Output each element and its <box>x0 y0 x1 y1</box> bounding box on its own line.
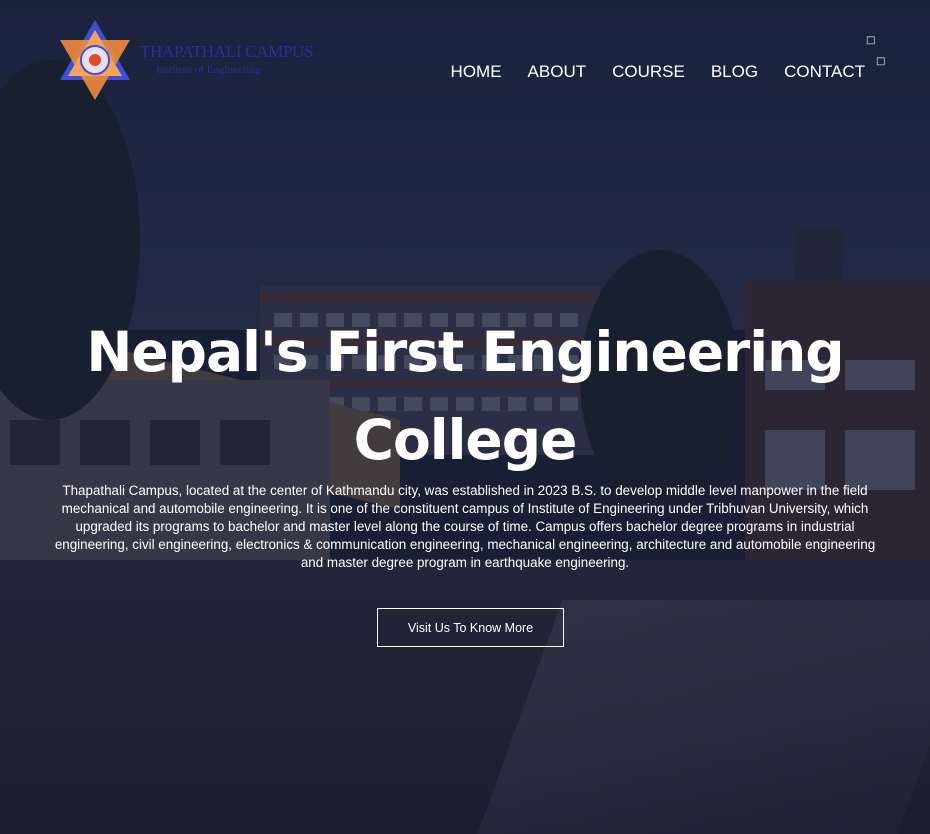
nav-contact[interactable]: CONTACT <box>784 62 865 82</box>
logo-title: THAPATHALI CAMPUS <box>140 42 314 61</box>
main-nav: HOME ABOUT COURSE BLOG CONTACT <box>451 62 865 82</box>
nav-home[interactable]: HOME <box>451 62 502 82</box>
campus-emblem-icon <box>60 20 130 100</box>
menu-icon[interactable]: □ <box>876 57 886 67</box>
search-icon[interactable]: □ <box>866 36 876 46</box>
hero-description: Thapathali Campus, located at the center… <box>54 483 876 570</box>
nav-about[interactable]: ABOUT <box>528 62 587 82</box>
visit-us-button[interactable]: Visit Us To Know More <box>377 608 564 647</box>
nav-course[interactable]: COURSE <box>612 62 685 82</box>
nav-blog[interactable]: BLOG <box>711 62 758 82</box>
logo-subtitle: Institute of Engineering <box>156 64 261 76</box>
logo[interactable]: THAPATHALI CAMPUS Institute of Engineeri… <box>56 18 314 102</box>
hero-title: Nepal's First Engineering College <box>86 320 844 472</box>
